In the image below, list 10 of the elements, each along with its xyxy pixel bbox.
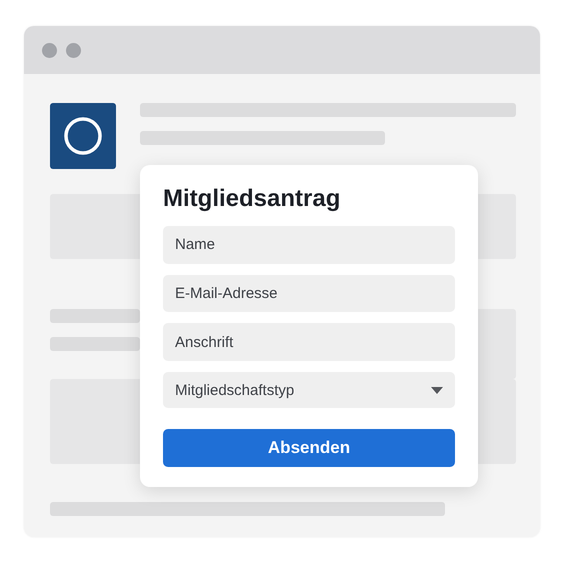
input-field[interactable]: Anschrift <box>163 323 455 362</box>
dialog-title: Mitgliedsantrag <box>163 185 342 213</box>
window-dot[interactable] <box>42 42 57 58</box>
input-field[interactable]: Name <box>163 226 455 264</box>
select-field[interactable]: Mitgliedschaftstyp <box>163 372 455 408</box>
window-dot[interactable] <box>66 42 81 58</box>
caret-icon <box>431 386 443 394</box>
ring-icon <box>63 116 103 156</box>
input-field[interactable]: E-Mail-Adresse <box>163 274 455 312</box>
submit-button[interactable]: Absenden <box>163 429 455 468</box>
